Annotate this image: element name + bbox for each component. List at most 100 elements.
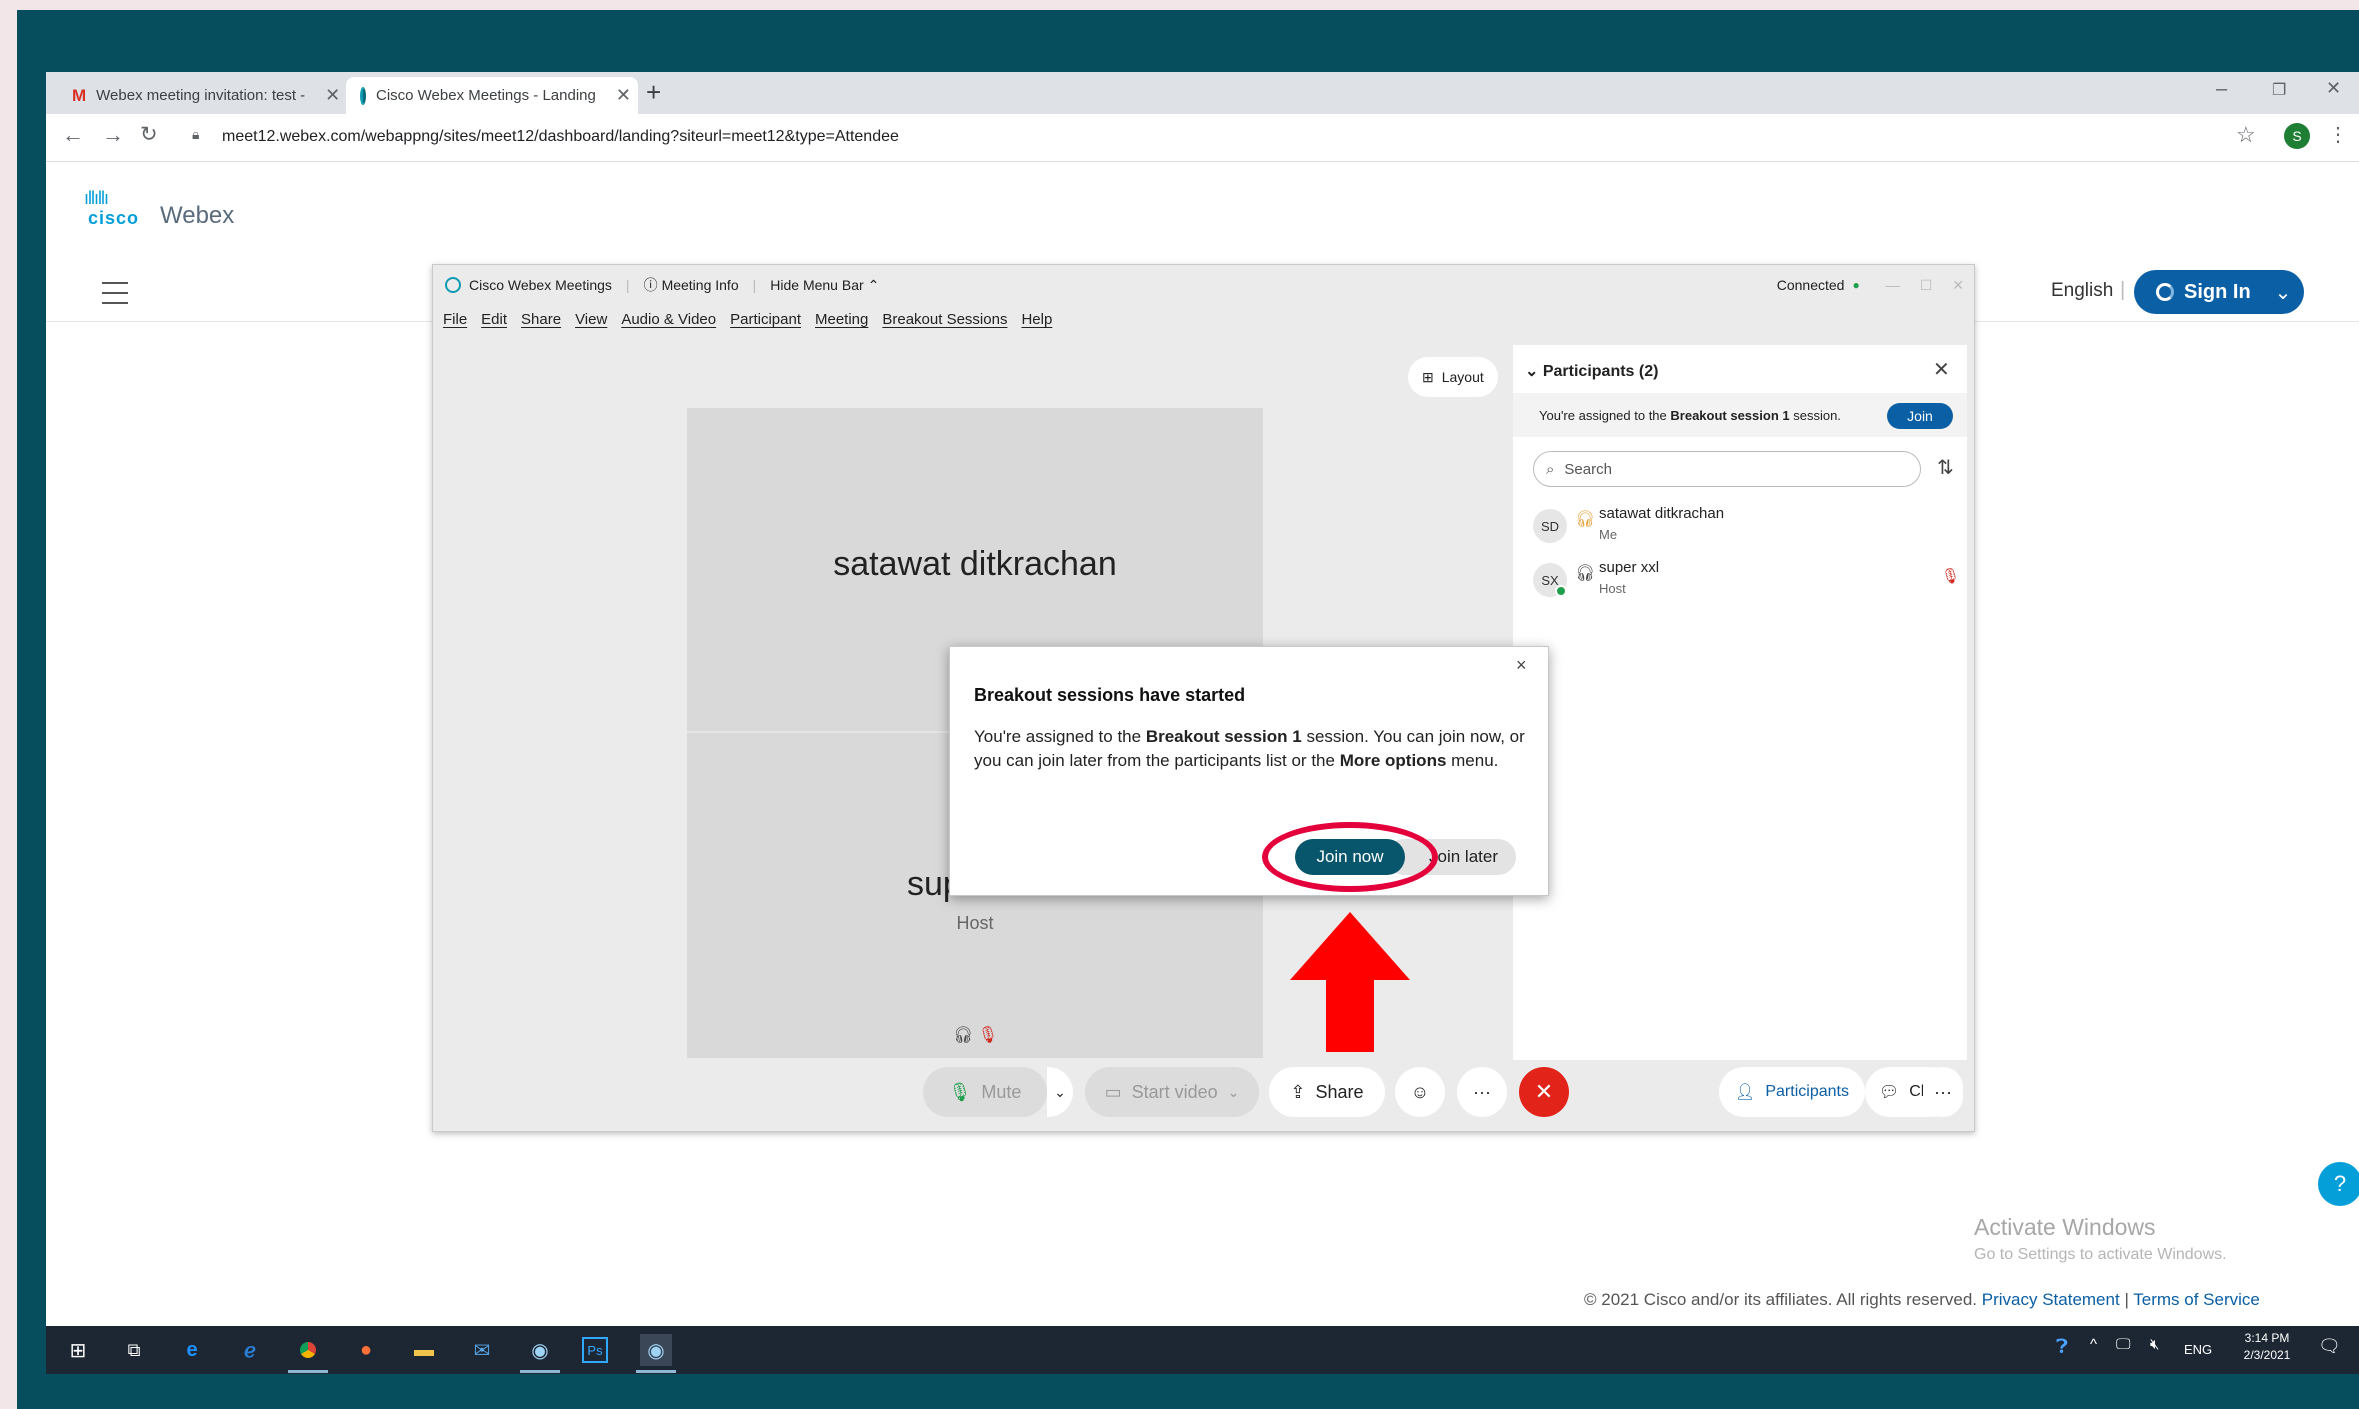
network-icon[interactable]: 🖵︎	[2116, 1336, 2130, 1353]
task-view-icon[interactable]: ⧉	[118, 1334, 150, 1366]
participant-row[interactable]: SX 🎧︎ super xxl Host 🎙︎	[1533, 559, 1960, 609]
connection-status: Connected	[1776, 277, 1845, 293]
webex-taskbar-icon[interactable]: ◉	[524, 1334, 556, 1366]
mute-button[interactable]: 🎙︎ Mute	[923, 1067, 1047, 1117]
reload-icon[interactable]: ↻	[140, 122, 158, 147]
close-window-icon[interactable]: ✕	[2326, 78, 2341, 99]
divider: |	[625, 277, 630, 293]
sort-icon[interactable]: ⇅	[1937, 455, 1954, 480]
mute-label: Mute	[981, 1081, 1022, 1102]
help-tray-icon[interactable]: ❓︎	[2056, 1336, 2068, 1359]
mail-icon[interactable]: ✉	[466, 1334, 498, 1366]
internet-explorer-icon[interactable]: ℯ	[234, 1334, 266, 1366]
close-tab-icon[interactable]: ✕	[616, 85, 631, 106]
reactions-button[interactable]: ☺	[1395, 1067, 1445, 1117]
close-icon[interactable]: ×	[1516, 655, 1527, 676]
terms-link[interactable]: Terms of Service	[2133, 1290, 2260, 1309]
photoshop-icon[interactable]: Ps	[582, 1337, 608, 1363]
menu-file[interactable]: File	[443, 311, 467, 328]
connected-dot-icon: ●	[1852, 278, 1860, 292]
menu-participant[interactable]: Participant	[730, 311, 801, 328]
windows-start-icon[interactable]: ⊞	[62, 1334, 94, 1366]
desktop-screen: M Webex meeting invitation: test - ✕ Cis…	[46, 72, 2359, 1374]
more-icon: ···	[1473, 1081, 1491, 1102]
url-field[interactable]: meet12.webex.com/webappng/sites/meet12/d…	[222, 128, 899, 146]
participant-row[interactable]: SD 🎧︎ satawat ditkrachan Me	[1533, 505, 1953, 555]
file-explorer-icon[interactable]: ▬	[408, 1334, 440, 1366]
tile-status-icons: 🎧︎ 🎙︎	[953, 1025, 998, 1045]
notifications-icon[interactable]: 🗨︎	[2318, 1336, 2341, 1357]
microphone-icon: 🎙︎	[948, 1081, 972, 1102]
edge-icon[interactable]: e	[176, 1334, 208, 1366]
meeting-info-button[interactable]: Meeting Info	[662, 277, 739, 293]
sign-in-button[interactable]: Sign In ⌄	[2134, 270, 2304, 314]
privacy-link[interactable]: Privacy Statement	[1982, 1290, 2120, 1309]
menu-help[interactable]: Help	[1021, 311, 1052, 328]
bookmark-star-icon[interactable]: ☆	[2236, 122, 2256, 148]
browser-menu-icon[interactable]: ⋮	[2328, 122, 2348, 147]
dialog-more-options: More options	[1339, 751, 1447, 770]
participants-label: Participants	[1765, 1083, 1849, 1100]
participant-tile-name: satawat ditkrachan	[833, 545, 1117, 583]
menu-edit[interactable]: Edit	[481, 311, 507, 328]
join-breakout-button[interactable]: Join	[1887, 403, 1953, 429]
input-language[interactable]: ENG	[2184, 1342, 2212, 1357]
participant-role: Me	[1599, 527, 1618, 542]
close-icon[interactable]: ✕	[1933, 357, 1950, 382]
firefox-icon[interactable]: ●	[350, 1334, 382, 1366]
menu-breakout-sessions[interactable]: Breakout Sessions	[882, 311, 1007, 328]
hide-menu-bar-button[interactable]: Hide Menu Bar	[770, 277, 863, 293]
chevron-up-icon[interactable]: ^	[2090, 1336, 2097, 1353]
minimize-icon[interactable]: —	[1886, 277, 1900, 293]
tab-webex[interactable]: Cisco Webex Meetings - Landing ✕	[346, 77, 638, 114]
language-selector[interactable]: English	[2051, 280, 2113, 302]
red-arrow-annotation	[1290, 912, 1410, 1052]
volume-muted-icon[interactable]: 🔇︎	[2150, 1336, 2159, 1353]
panel-more-button[interactable]: ···	[1923, 1067, 1963, 1117]
help-icon[interactable]: ?	[2318, 1162, 2359, 1206]
activate-windows-title: Activate Windows	[1974, 1214, 2156, 1240]
layout-button[interactable]: ⊞ Layout	[1408, 357, 1498, 397]
dialog-text: menu.	[1446, 751, 1499, 770]
dialog-text: You're assigned to the	[974, 727, 1146, 746]
restore-icon[interactable]: ❐	[2272, 80, 2286, 100]
participant-search-input[interactable]: ⌕ Search	[1533, 451, 1921, 487]
audio-options-chevron[interactable]: ⌄	[1047, 1067, 1073, 1117]
assign-text-suffix: session.	[1789, 407, 1841, 423]
back-icon[interactable]: ←	[62, 122, 84, 148]
active-app-indicator	[636, 1370, 676, 1373]
more-options-button[interactable]: ···	[1457, 1067, 1507, 1117]
chat-icon: 💬︎	[1878, 1084, 1900, 1101]
menu-share[interactable]: Share	[521, 311, 561, 328]
avatar: SD	[1533, 509, 1567, 543]
more-icon: ···	[1934, 1081, 1952, 1102]
video-off-icon: ▭	[1104, 1081, 1122, 1102]
participants-button[interactable]: 👤︎ Participants	[1719, 1067, 1865, 1117]
clock[interactable]: 3:14 PM 2/3/2021	[2232, 1331, 2302, 1362]
muted-mic-icon: 🎙︎	[977, 1027, 999, 1044]
profile-avatar[interactable]: S	[2284, 123, 2310, 149]
participants-header[interactable]: ⌄ Participants (2)	[1525, 361, 1658, 381]
start-video-button[interactable]: ▭ Start video ⌄	[1085, 1067, 1259, 1117]
search-placeholder: Search	[1564, 460, 1612, 478]
share-button[interactable]: ⇪ Share	[1269, 1067, 1385, 1117]
close-window-icon[interactable]: ✕	[1952, 277, 1964, 294]
tab-gmail[interactable]: M Webex meeting invitation: test - ✕	[58, 77, 350, 114]
hamburger-menu-icon[interactable]	[102, 282, 128, 312]
chrome-icon[interactable]	[292, 1334, 324, 1366]
active-app-indicator	[520, 1370, 560, 1373]
maximize-icon[interactable]: ☐	[1920, 277, 1933, 294]
menu-audio-video[interactable]: Audio & Video	[621, 311, 716, 328]
webex-logo-text: Webex	[160, 202, 235, 229]
menu-view[interactable]: View	[575, 311, 607, 328]
webex-meetings-taskbar-icon[interactable]: ◉	[640, 1334, 672, 1366]
close-tab-icon[interactable]: ✕	[325, 85, 340, 106]
end-call-button[interactable]: ✕	[1519, 1067, 1569, 1117]
dialog-title: Breakout sessions have started	[974, 685, 1246, 705]
new-tab-button[interactable]: +	[646, 77, 661, 108]
menu-meeting[interactable]: Meeting	[815, 311, 868, 328]
chevron-down-icon: ⌄	[1525, 363, 1539, 380]
dialog-session-name: Breakout session 1	[1145, 727, 1302, 746]
minimize-icon[interactable]: –	[2216, 78, 2227, 101]
forward-icon[interactable]: →	[102, 122, 124, 148]
